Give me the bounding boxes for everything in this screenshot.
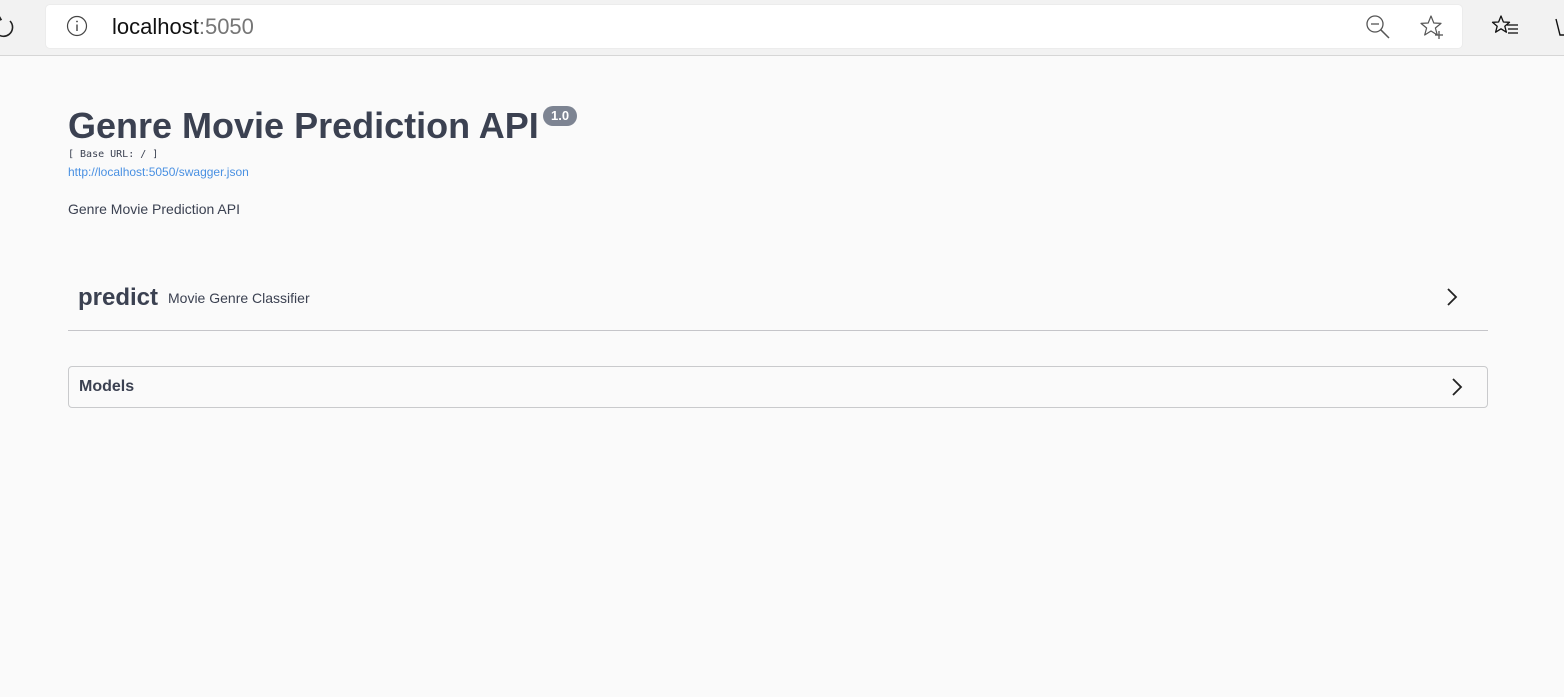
tag-description: Movie Genre Classifier [168, 290, 310, 306]
chevron-right-icon[interactable] [1449, 377, 1465, 397]
info-icon[interactable] [66, 15, 88, 37]
zoom-out-icon[interactable] [1365, 14, 1391, 40]
models-title: Models [79, 378, 135, 395]
url-port: :5050 [198, 14, 254, 39]
favorites-icon[interactable] [1491, 14, 1519, 40]
add-favorite-icon[interactable] [1419, 14, 1445, 40]
page-title: Genre Movie Prediction API [68, 105, 539, 146]
api-info: Genre Movie Prediction API 1.0 [ Base UR… [68, 104, 578, 217]
refresh-icon[interactable] [0, 13, 18, 41]
base-url: [ Base URL: / ] [68, 149, 159, 160]
url-host: localhost [112, 14, 199, 39]
url-text[interactable]: localhost:5050 [112, 15, 254, 39]
models-section[interactable]: Models [68, 366, 1488, 408]
browser-toolbar: localhost:5050 [0, 0, 1564, 56]
tag-predict[interactable]: predict Movie Genre Classifier [68, 272, 1488, 331]
swagger-json-link[interactable]: http://localhost:5050/swagger.json [68, 165, 249, 179]
api-description: Genre Movie Prediction API [68, 201, 240, 217]
address-bar[interactable]: localhost:5050 [46, 5, 1462, 48]
share-icon[interactable] [1554, 16, 1564, 38]
version-badge: 1.0 [543, 106, 578, 126]
chevron-right-icon[interactable] [1444, 287, 1460, 307]
tag-name: predict [78, 284, 159, 311]
